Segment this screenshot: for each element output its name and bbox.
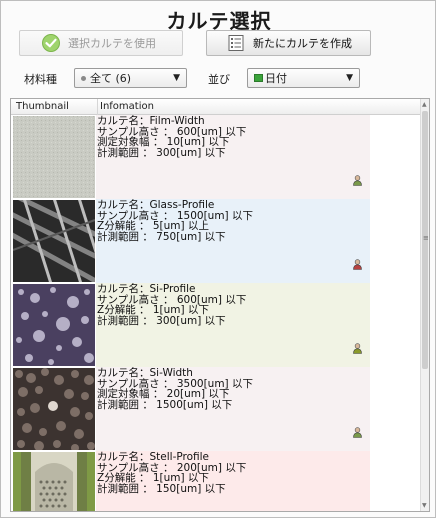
info-line: Z分解能 ： 5[um] 以上: [97, 220, 209, 232]
empty-cell: [370, 367, 421, 451]
thumbnail-image: [13, 452, 95, 511]
info-line: Z分解能 ： 1[um] 以下: [97, 304, 209, 316]
material-select-value: 全て (6): [90, 72, 132, 85]
thumbnail-image: [13, 284, 95, 366]
sort-label: 並び: [208, 73, 230, 86]
info-line: 計測範囲 ： 300[um] 以下: [97, 314, 226, 327]
information-cell: カルテ名：Si-Width サンプル高さ ： 3500[um] 以下 測定対象幅 ：…: [96, 367, 370, 451]
user-icon: [353, 255, 362, 274]
thumbnail-image: [13, 368, 95, 450]
karte-table: Thumbnail Infomation カルテ名：Film-Width サンプル…: [10, 98, 430, 512]
thumbnail-image: [13, 116, 95, 198]
table-row[interactable]: カルテ名：Glass-Profile サンプル高さ ： 1500[um] 以下 Z分…: [11, 199, 421, 283]
info-line: 測定対象幅 ： 20[um] 以下: [97, 388, 230, 400]
chevron-down-icon: ▼: [173, 73, 180, 83]
info-line: カルテ名：Film-Width: [97, 115, 205, 127]
scroll-up-icon[interactable]: ▲: [422, 101, 427, 108]
sort-select[interactable]: 日付 ▼: [247, 68, 360, 88]
column-header-thumbnail[interactable]: Thumbnail: [16, 101, 69, 112]
user-icon: [353, 171, 362, 190]
info-line: Z分解能 ： 1[um] 以下: [97, 472, 209, 484]
sort-select-value: 日付: [265, 72, 287, 85]
table-header: Thumbnail Infomation: [11, 99, 421, 115]
column-header-information[interactable]: Infomation: [100, 101, 154, 112]
empty-cell: [370, 451, 421, 511]
check-circle-icon: [42, 34, 60, 52]
chevron-down-icon: ▼: [346, 73, 353, 83]
material-label: 材料種: [24, 73, 57, 86]
info-line: 計測範囲 ： 1500[um] 以下: [97, 398, 233, 411]
table-row[interactable]: カルテ名：Stell-Profile サンプル高さ ： 200[um] 以下 Z分解…: [11, 451, 421, 511]
info-line: 計測範囲 ： 750[um] 以下: [97, 230, 226, 243]
empty-cell: [370, 199, 421, 283]
karte-select-window: カルテ選択 選択カルテを使用 新たにカルテを作成 材料種 全て (6) ▼ 並び: [0, 0, 436, 518]
table-row[interactable]: カルテ名：Si-Width サンプル高さ ： 3500[um] 以下 測定対象幅 ：…: [11, 367, 421, 451]
info-line: 測定対象幅 ： 10[um] 以下: [97, 136, 230, 148]
create-new-karte-button[interactable]: 新たにカルテを作成: [206, 30, 371, 56]
thumbnail-image: [13, 200, 95, 282]
information-cell: カルテ名：Glass-Profile サンプル高さ ： 1500[um] 以下 Z分…: [96, 199, 370, 283]
user-icon: [353, 507, 362, 511]
table-row[interactable]: カルテ名：Si-Profile サンプル高さ ： 600[um] 以下 Z分解能 ：…: [11, 283, 421, 367]
use-selected-karte-label: 選択カルテを使用: [68, 37, 156, 50]
information-cell: カルテ名：Si-Profile サンプル高さ ： 600[um] 以下 Z分解能 ：…: [96, 283, 370, 367]
empty-cell: [370, 115, 421, 199]
vertical-scrollbar[interactable]: ▲ ≡ ▼: [420, 99, 429, 511]
empty-cell: [370, 283, 421, 367]
information-cell: カルテ名：Film-Width サンプル高さ ： 600[um] 以下 測定対象幅 …: [96, 115, 370, 199]
calendar-icon: [254, 74, 263, 82]
material-select[interactable]: 全て (6) ▼: [74, 68, 187, 88]
scroll-down-icon[interactable]: ▼: [422, 502, 427, 509]
user-icon: [353, 423, 362, 442]
info-line: カルテ名：Si-Width: [97, 367, 193, 379]
info-line: カルテ名：Stell-Profile: [97, 451, 210, 463]
user-icon: [353, 339, 362, 358]
information-cell: カルテ名：Stell-Profile サンプル高さ ： 200[um] 以下 Z分解…: [96, 451, 370, 511]
bullet-icon: [81, 75, 86, 81]
info-line: カルテ名：Glass-Profile: [97, 199, 215, 211]
use-selected-karte-button[interactable]: 選択カルテを使用: [19, 30, 183, 56]
info-line: カルテ名：Si-Profile: [97, 283, 196, 295]
info-line: 計測範囲 ： 150[um] 以下: [97, 482, 226, 495]
scrollbar-thumb[interactable]: ≡: [422, 111, 429, 369]
table-row[interactable]: カルテ名：Film-Width サンプル高さ ： 600[um] 以下 測定対象幅 …: [11, 115, 421, 199]
list-document-icon: [227, 34, 245, 52]
info-line: 計測範囲 ： 300[um] 以下: [97, 146, 226, 159]
create-new-karte-label: 新たにカルテを作成: [253, 37, 352, 50]
